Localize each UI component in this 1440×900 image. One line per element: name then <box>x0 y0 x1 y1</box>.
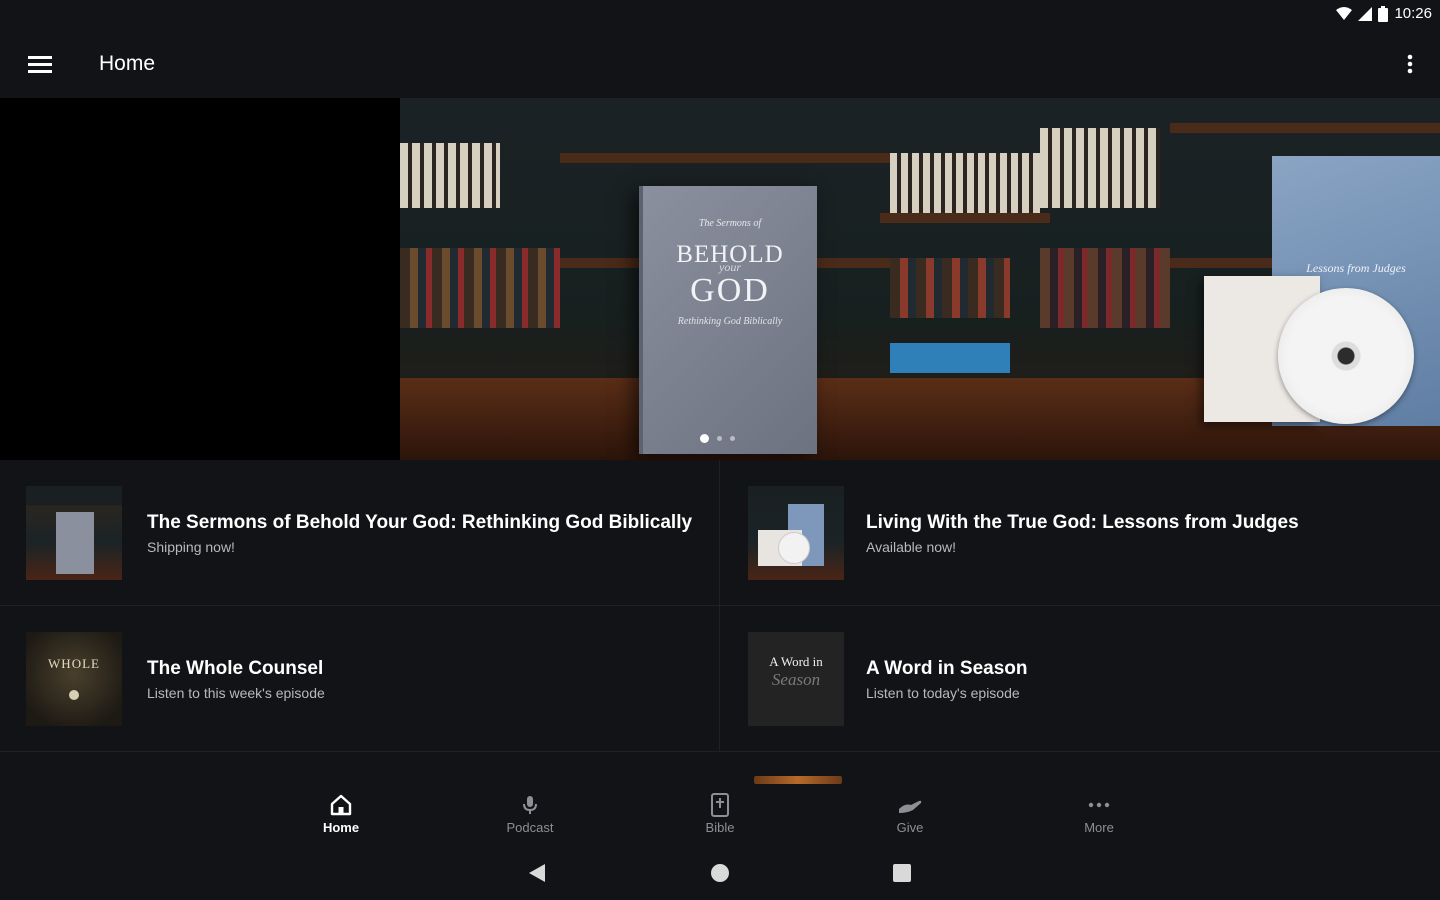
nav-label: Bible <box>705 820 735 835</box>
card-thumbnail: A Word in Season <box>748 632 844 726</box>
wifi-icon <box>1336 6 1353 20</box>
pager-dot[interactable] <box>700 434 709 443</box>
microphone-icon <box>517 792 543 818</box>
card-title: A Word in Season <box>866 658 1028 679</box>
nav-label: Give <box>896 820 924 835</box>
nav-item-podcast[interactable]: Podcast <box>475 792 585 844</box>
cell-signal-icon <box>1358 6 1373 21</box>
system-recents-button[interactable] <box>889 860 915 886</box>
thumbnail-text: Season <box>771 670 821 689</box>
card-title: The Whole Counsel <box>147 658 324 679</box>
menu-button[interactable] <box>22 46 58 82</box>
cd-disc-image <box>1278 288 1414 424</box>
book-cover-text: Rethinking God Biblically <box>677 316 783 327</box>
nav-item-bible[interactable]: Bible <box>665 792 775 844</box>
overflow-menu-button[interactable] <box>1398 46 1422 82</box>
app-bar: Home <box>0 30 1440 98</box>
status-bar: 10:26 <box>0 0 1440 30</box>
card-thumbnail: WHOLE <box>26 632 122 726</box>
nav-item-give[interactable]: Give <box>855 792 965 844</box>
status-icons: 10:26 <box>1336 5 1432 22</box>
bottom-navigation: Home Podcast Bible Give More <box>0 786 1440 846</box>
more-vertical-icon <box>1407 54 1413 74</box>
card-subtitle: Shipping now! <box>147 539 235 555</box>
thumbnail-text: A Word in <box>769 654 823 669</box>
card-subtitle: Listen to this week's episode <box>147 685 325 701</box>
card-subtitle: Listen to today's episode <box>866 685 1020 701</box>
hamburger-menu-icon <box>28 56 52 73</box>
card-thumbnail <box>26 486 122 580</box>
carousel-pager[interactable] <box>700 434 735 443</box>
card-whole-counsel[interactable]: WHOLE The Whole Counsel Listen to this w… <box>0 606 720 752</box>
thumbnail-text: WHOLE <box>48 656 100 671</box>
nav-item-home[interactable]: Home <box>286 792 396 844</box>
status-time: 10:26 <box>1394 5 1432 22</box>
book-cover-text: The Sermons of <box>698 218 762 229</box>
page-title: Home <box>99 52 156 75</box>
more-horizontal-icon <box>1086 792 1112 818</box>
home-circle-icon <box>711 864 729 882</box>
card-thumbnail <box>748 486 844 580</box>
nav-label: Podcast <box>506 820 554 835</box>
box-set-text: Lessons from Judges <box>1306 261 1406 275</box>
battery-icon <box>1378 5 1389 22</box>
nav-label: Home <box>322 820 360 835</box>
card-subtitle: Available now! <box>866 539 957 555</box>
pager-dot[interactable] <box>717 436 722 441</box>
back-triangle-icon <box>529 864 545 882</box>
book-cover-text: GOD <box>690 272 770 309</box>
system-home-button[interactable] <box>707 860 733 886</box>
give-hand-icon <box>897 792 923 818</box>
card-a-word-in-season[interactable]: A Word in Season A Word in Season Listen… <box>720 606 1440 752</box>
hero-image: The Sermons of BEHOLD your GOD Rethinkin… <box>400 98 1440 460</box>
card-lessons-from-judges[interactable]: Living With the True God: Lessons from J… <box>720 460 1440 606</box>
recents-square-icon <box>893 864 911 882</box>
system-navigation <box>0 846 1440 900</box>
next-card-peek <box>754 776 842 784</box>
card-title: The Sermons of Behold Your God: Rethinki… <box>147 512 693 533</box>
content-grid: The Sermons of Behold Your God: Rethinki… <box>0 460 1440 790</box>
system-back-button[interactable] <box>524 860 550 886</box>
home-icon <box>328 792 354 818</box>
card-title: Living With the True God: Lessons from J… <box>866 512 1299 533</box>
nav-label: More <box>1084 820 1114 835</box>
nav-item-more[interactable]: More <box>1044 792 1154 844</box>
card-behold-your-god[interactable]: The Sermons of Behold Your God: Rethinki… <box>0 460 720 606</box>
bible-icon <box>707 792 733 818</box>
pager-dot[interactable] <box>730 436 735 441</box>
book-cover-behold-your-god: The Sermons of BEHOLD your GOD Rethinkin… <box>639 186 817 454</box>
hero-carousel[interactable]: The Sermons of BEHOLD your GOD Rethinkin… <box>0 98 1440 460</box>
